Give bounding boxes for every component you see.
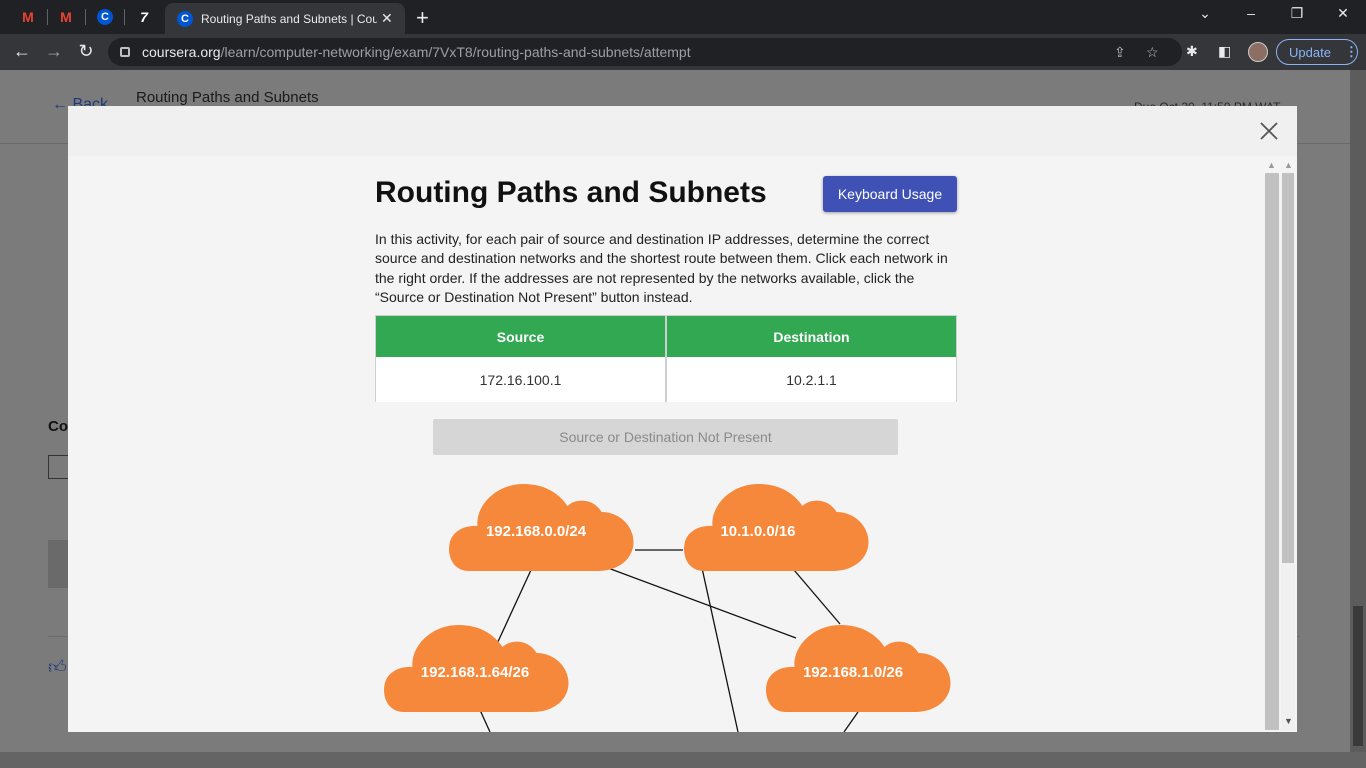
page-fragment-label: Co [48,418,68,435]
restore-icon[interactable]: ❐ [1282,5,1312,22]
thumbs-up-icon: 👍︎ [48,657,67,677]
coursera-favicon-icon: C [177,10,193,27]
link-line [607,567,797,639]
tab-strip: M M C 7 C Routing Paths and Subnets | Co… [0,0,1366,34]
link-line [701,567,739,732]
page-title: Routing Paths and Subnets [136,89,319,106]
menu-dots-icon[interactable]: ⋮ [1345,44,1358,60]
minimize-icon[interactable]: – [1236,5,1266,21]
seven-tab-icon[interactable]: 7 [130,6,158,28]
network-cloud-4[interactable]: 192.168.1.0/26 [766,625,951,712]
source-header: Source [376,316,665,357]
inner-scrollbar-thumb[interactable] [1282,173,1294,563]
tab-title: Routing Paths and Subnets | Coursera [201,11,377,26]
new-tab-button[interactable]: + [416,5,429,31]
forward-arrow-icon[interactable]: → [42,41,66,62]
tab-close-icon[interactable]: ✕ [381,10,393,27]
tab-separator [85,9,86,25]
link-line [843,711,859,732]
page-fragment-checkbox [48,455,70,479]
horizontal-scrollbar[interactable] [0,752,1366,768]
scroll-up-arrow-icon[interactable]: ▲ [1267,160,1276,170]
not-present-button[interactable]: Source or Destination Not Present [433,419,898,455]
reload-icon[interactable]: ↻ [74,41,98,62]
keyboard-usage-button[interactable]: Keyboard Usage [823,176,957,212]
back-arrow-icon[interactable]: ← [10,41,34,62]
page-scrollbar-thumb[interactable] [1353,606,1363,746]
modal-scrollbar[interactable]: ▲ ▲ ▼ [1265,158,1297,732]
gmail-tab-icon[interactable]: M [14,6,42,28]
modal-scrollbar-track[interactable] [1265,173,1279,730]
update-button[interactable]: Update ⋮ [1276,39,1358,65]
lock-icon [120,47,130,57]
gmail-tab-icon-2[interactable]: M [52,6,80,28]
network-cloud-2[interactable]: 10.1.0.0/16 [684,484,869,571]
browser-toolbar: ← → ↻ coursera.org/learn/computer-networ… [0,34,1366,70]
url-host: coursera.org [142,44,221,60]
page-fragment-button [48,540,70,588]
link-line [495,569,532,647]
source-destination-table: Source Destination 172.16.100.1 10.2.1.1 [375,315,957,402]
share-icon[interactable]: ⇪ [1114,44,1126,61]
active-tab[interactable]: C Routing Paths and Subnets | Coursera ✕ [165,3,405,34]
tab-separator [47,9,48,25]
network-label: 192.168.1.0/26 [803,664,903,681]
page-scrollbar[interactable] [1350,70,1366,752]
coursera-tab-icon[interactable]: C [91,6,119,28]
activity-title: Routing Paths and Subnets [375,176,767,209]
tab-separator [124,9,125,25]
scroll-down-arrow-icon[interactable]: ▼ [1284,716,1293,726]
extensions-icon[interactable]: ✱ [1186,43,1198,60]
activity-modal: 192.168.0.0/24 10.1.0.0/16 192.168.1.64/… [68,106,1297,732]
network-label: 192.168.0.0/24 [486,523,587,540]
table-divider [665,316,667,401]
scroll-up-arrow-icon[interactable]: ▲ [1284,160,1293,170]
profile-avatar[interactable] [1248,42,1268,62]
link-line [793,569,841,625]
side-panel-icon[interactable]: ◧ [1218,43,1231,60]
network-label: 10.1.0.0/16 [720,523,795,540]
link-line [479,709,491,732]
update-label: Update [1289,44,1331,60]
network-label: 192.168.1.64/26 [421,664,529,681]
source-value: 172.16.100.1 [376,358,665,402]
network-cloud-1[interactable]: 192.168.0.0/24 [449,484,634,571]
url-path: /learn/computer-networking/exam/7VxT8/ro… [220,44,691,60]
instructions-text: In this activity, for each pair of sourc… [375,231,948,306]
address-bar[interactable]: coursera.org/learn/computer-networking/e… [108,38,1182,66]
network-cloud-3[interactable]: 192.168.1.64/26 [384,625,569,712]
destination-header: Destination [667,316,956,357]
tab-search-icon[interactable]: ⌄ [1190,5,1220,22]
destination-value: 10.2.1.1 [667,358,956,402]
window-close-icon[interactable]: ✕ [1328,5,1358,22]
bookmark-star-icon[interactable]: ☆ [1146,44,1159,61]
